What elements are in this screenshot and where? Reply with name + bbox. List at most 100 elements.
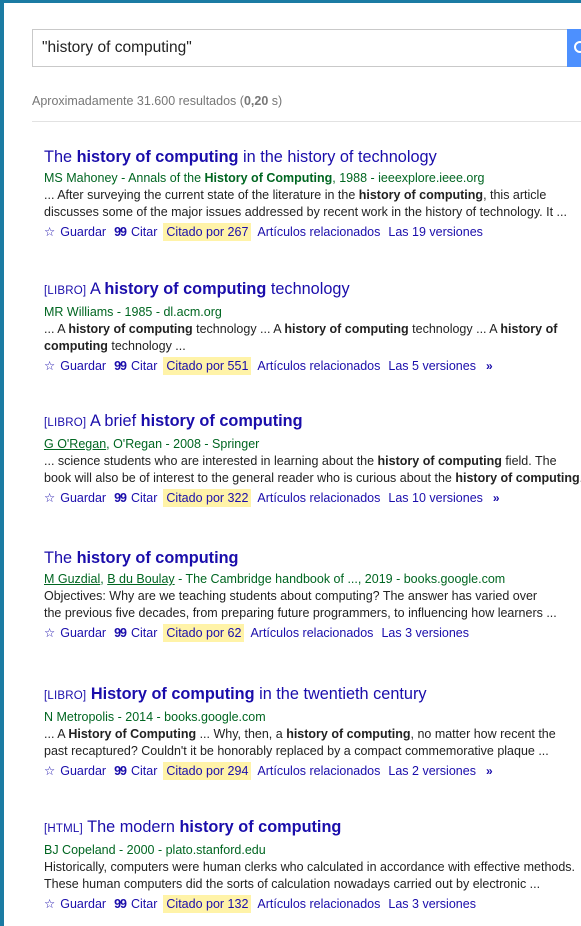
- snippet-line: ... A history of computing technology ..…: [44, 321, 581, 338]
- cite-button[interactable]: 99 Citar: [114, 762, 157, 780]
- save-button[interactable]: ☆ Guardar: [44, 223, 106, 241]
- versions-link[interactable]: Las 19 versiones: [388, 223, 483, 241]
- versions-link[interactable]: Las 5 versiones: [388, 357, 476, 375]
- result-meta-part: BJ Copeland - 2000 - plato.stanford.edu: [44, 843, 266, 857]
- cited-by-link[interactable]: Citado por 322: [163, 488, 252, 507]
- result-title-part: technology: [266, 280, 350, 298]
- related-articles-link[interactable]: Artículos relacionados: [257, 357, 380, 375]
- related-articles-link[interactable]: Artículos relacionados: [250, 624, 373, 642]
- result-actions: ☆ Guardar 99 Citar Citado por 294 Artículos r…: [44, 761, 581, 780]
- snippet-line: ... science students who are interested …: [44, 453, 581, 470]
- quote-icon: 99: [114, 358, 127, 373]
- snippet-part: history of computing: [284, 322, 409, 336]
- result-authors: G O'Regan, O'Regan - 2008 - Springer: [44, 436, 581, 452]
- result-actions: ☆ Guardar 99 Citar Citado por 551 Artículos r…: [44, 356, 581, 375]
- more-icon[interactable]: »: [493, 489, 500, 507]
- results-count-prefix: Aproximadamente 31.600 resultados (: [32, 94, 244, 108]
- save-label: Guardar: [60, 224, 107, 239]
- related-articles-link[interactable]: Artículos relacionados: [257, 223, 380, 241]
- result-authors: MS Mahoney - Annals of the History of Co…: [44, 170, 581, 186]
- result-meta-part: G O'Regan: [44, 437, 106, 451]
- result-title-part: The: [44, 148, 77, 166]
- cited-by-link[interactable]: Citado por 551: [163, 356, 252, 375]
- star-icon: ☆: [44, 358, 56, 373]
- snippet-part: These human computers did the sorts of c…: [44, 877, 541, 892]
- result-type-tag: [HTML]: [44, 823, 83, 835]
- save-label: Guardar: [60, 358, 107, 373]
- snippet-part: , this article: [483, 188, 547, 202]
- versions-link[interactable]: Las 3 versiones: [381, 624, 469, 642]
- save-label: Guardar: [60, 896, 107, 911]
- versions-link[interactable]: Las 10 versiones: [388, 489, 483, 507]
- result-snippet: Historically, computers were human clerk…: [44, 859, 581, 894]
- search-button[interactable]: [567, 29, 581, 67]
- result-title-part: A brief: [89, 412, 141, 430]
- quote-icon: 99: [114, 896, 127, 911]
- result-meta-part-link[interactable]: B du Boulay: [107, 572, 174, 586]
- snippet-line: past recaptured? Couldn't it be honorabl…: [44, 743, 581, 760]
- snippet-part: ... science students who are interested …: [44, 454, 378, 468]
- snippet-part: discusses some of the major issues addre…: [44, 205, 567, 220]
- search-input[interactable]: [33, 30, 567, 66]
- cite-button[interactable]: 99 Citar: [114, 357, 157, 375]
- result-item: [LIBRO] History of computing in the twen…: [44, 684, 581, 780]
- result-actions: ☆ Guardar 99 Citar Citado por 322 Artículos r…: [44, 488, 581, 507]
- save-button[interactable]: ☆ Guardar: [44, 357, 106, 375]
- more-icon[interactable]: »: [486, 357, 493, 375]
- related-articles-link[interactable]: Artículos relacionados: [257, 762, 380, 780]
- cited-by-link[interactable]: Citado por 294: [163, 761, 252, 780]
- cite-button[interactable]: 99 Citar: [114, 223, 157, 241]
- versions-link[interactable]: Las 3 versiones: [388, 895, 476, 913]
- cite-label: Citar: [130, 224, 158, 239]
- snippet-part: History of Computing: [68, 727, 197, 741]
- versions-link[interactable]: Las 2 versiones: [388, 762, 476, 780]
- result-snippet: ... A history of computing technology ..…: [44, 321, 581, 356]
- more-icon[interactable]: »: [486, 762, 493, 780]
- result-title-part: history of computing: [140, 412, 303, 430]
- result-actions: ☆ Guardar 99 Citar Citado por 132 Artículos r…: [44, 894, 581, 913]
- cited-by-link[interactable]: Citado por 132: [163, 894, 252, 913]
- star-icon: ☆: [44, 896, 56, 911]
- snippet-part: history of computing: [286, 727, 411, 741]
- result-title[interactable]: [LIBRO] A history of computing technolog…: [44, 279, 581, 301]
- result-type-tag: [LIBRO]: [44, 690, 87, 702]
- result-authors: N Metropolis - 2014 - books.google.com: [44, 709, 581, 725]
- save-button[interactable]: ☆ Guardar: [44, 762, 106, 780]
- snippet-part: history of computing: [358, 188, 484, 202]
- result-item: [HTML] The modern history of computing BJ…: [44, 817, 581, 913]
- result-meta-part: N Metropolis - 2014 - books.google.com: [44, 710, 266, 724]
- save-button[interactable]: ☆ Guardar: [44, 895, 106, 913]
- save-button[interactable]: ☆ Guardar: [44, 489, 106, 507]
- related-articles-link[interactable]: Artículos relacionados: [257, 895, 380, 913]
- result-meta-part-link[interactable]: M Guzdial: [44, 572, 100, 586]
- cited-by-link[interactable]: Citado por 267: [163, 222, 252, 241]
- cited-by-link[interactable]: Citado por 62: [163, 623, 245, 642]
- snippet-part: ... Why, then, a: [196, 727, 287, 741]
- page-frame: Aproximadamente 31.600 resultados (0,20 …: [0, 0, 581, 926]
- result-authors: M Guzdial, B du Boulay - The Cambridge h…: [44, 571, 581, 587]
- snippet-part: history of computing: [377, 454, 502, 468]
- search-bar: [32, 29, 581, 67]
- result-snippet: ... science students who are interested …: [44, 453, 581, 488]
- cite-button[interactable]: 99 Citar: [114, 895, 157, 913]
- snippet-part: technology ... A: [192, 322, 285, 336]
- result-title[interactable]: The history of computing: [44, 548, 581, 568]
- result-meta-part: MR Williams - 1985 - dl.acm.org: [44, 305, 222, 319]
- related-articles-link[interactable]: Artículos relacionados: [257, 489, 380, 507]
- snippet-part: Historically, computers were human clerk…: [44, 860, 576, 874]
- cite-button[interactable]: 99 Citar: [114, 624, 157, 642]
- cite-label: Citar: [130, 490, 158, 505]
- result-title[interactable]: [HTML] The modern history of computing: [44, 817, 581, 839]
- quote-icon: 99: [114, 625, 127, 640]
- result-title[interactable]: The history of computing in the history …: [44, 147, 581, 167]
- result-title[interactable]: [LIBRO] History of computing in the twen…: [44, 684, 581, 706]
- result-authors: MR Williams - 1985 - dl.acm.org: [44, 304, 581, 320]
- snippet-part: technology ...: [107, 339, 186, 354]
- result-meta-part-link[interactable]: G O'Regan: [44, 437, 106, 451]
- snippet-part: history of computing: [68, 322, 193, 336]
- result-authors: BJ Copeland - 2000 - plato.stanford.edu: [44, 842, 581, 858]
- star-icon: ☆: [44, 490, 56, 505]
- save-button[interactable]: ☆ Guardar: [44, 624, 106, 642]
- cite-button[interactable]: 99 Citar: [114, 489, 157, 507]
- result-title[interactable]: [LIBRO] A brief history of computing: [44, 411, 581, 433]
